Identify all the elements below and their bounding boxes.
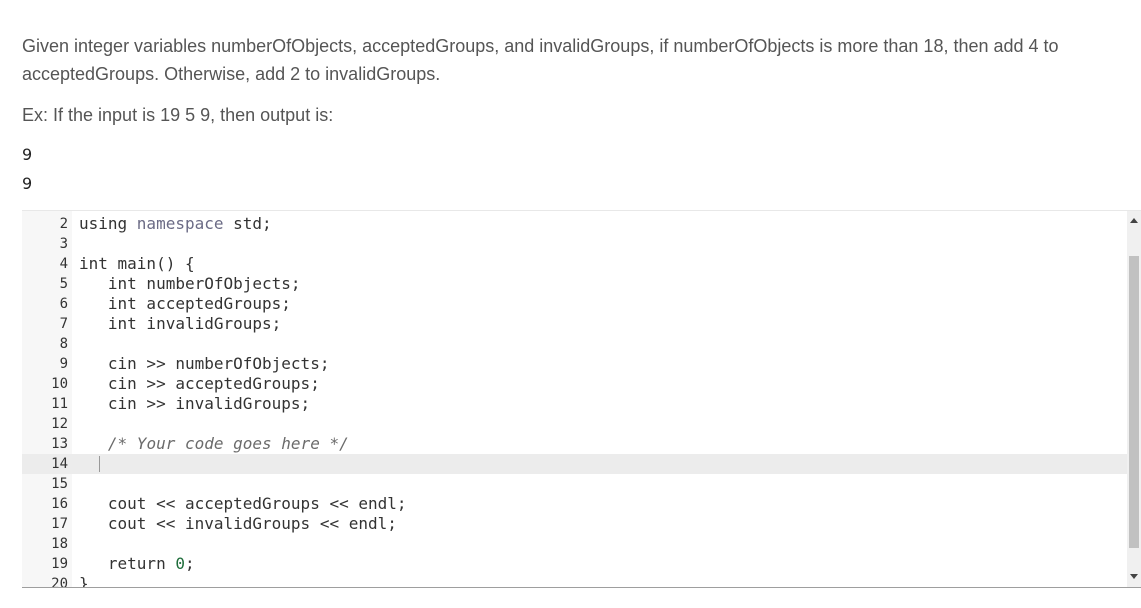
code-token: 0 <box>175 554 185 573</box>
line-code[interactable]: cin >> acceptedGroups; <box>79 374 320 394</box>
code-line[interactable]: 9 cin >> numberOfObjects; <box>22 354 1127 374</box>
line-number: 10 <box>51 376 68 392</box>
scrollbar-thumb[interactable] <box>1129 256 1139 548</box>
code-line[interactable]: 20} <box>22 574 1127 588</box>
code-line[interactable]: 10 cin >> acceptedGroups; <box>22 374 1127 394</box>
line-number: 13 <box>51 436 68 452</box>
line-number: 6 <box>59 296 68 312</box>
line-code[interactable]: using namespace std; <box>79 214 272 234</box>
scroll-down-arrow-icon[interactable] <box>1130 574 1138 579</box>
code-token: ; <box>184 554 195 573</box>
code-line[interactable]: 2 using namespace std; <box>22 214 1127 234</box>
code-line[interactable]: 15 <box>22 474 1127 494</box>
line-code[interactable]: cin >> invalidGroups; <box>79 394 310 414</box>
code-token: std; <box>223 214 272 233</box>
line-code[interactable]: cout << acceptedGroups << endl; <box>79 494 407 514</box>
code-line[interactable]: 19 return 0; <box>22 554 1127 574</box>
text-cursor <box>99 456 100 472</box>
code-token: return <box>79 554 176 573</box>
code-token: cin >> numberOfObjects; <box>79 354 330 373</box>
line-number: 15 <box>51 476 68 492</box>
editor-scrollbar[interactable] <box>1127 211 1141 587</box>
line-number: 3 <box>59 236 68 252</box>
code-token: /* Your code goes here */ <box>107 434 349 453</box>
code-line[interactable]: 13 /* Your code goes here */ <box>22 434 1127 454</box>
line-number: 19 <box>51 556 68 572</box>
code-token: using <box>79 214 137 233</box>
code-token: int main() { <box>79 254 195 273</box>
line-number: 14 <box>51 456 68 472</box>
code-line[interactable]: 3 <box>22 234 1127 254</box>
line-number: 7 <box>59 316 68 332</box>
line-number: 18 <box>51 536 68 552</box>
code-line[interactable]: 7 int invalidGroups; <box>22 314 1127 334</box>
code-token: cout << invalidGroups << endl; <box>79 514 397 533</box>
line-number: 11 <box>51 396 68 412</box>
code-line[interactable]: 11 cin >> invalidGroups; <box>22 394 1127 414</box>
code-token: int acceptedGroups; <box>79 294 291 313</box>
example-output-line-1: 9 <box>22 145 33 164</box>
code-line[interactable]: 6 int acceptedGroups; <box>22 294 1127 314</box>
code-editor[interactable]: 2 using namespace std; 3 4 int main() {5 int… <box>22 210 1141 588</box>
line-number: 8 <box>59 336 68 352</box>
code-line[interactable]: 12 <box>22 414 1127 434</box>
line-number: 9 <box>59 356 68 372</box>
code-token: namespace <box>136 214 224 233</box>
code-line[interactable]: 16 cout << acceptedGroups << endl; <box>22 494 1127 514</box>
code-token: cin >> invalidGroups; <box>79 394 311 413</box>
line-code[interactable]: return 0; <box>79 554 195 574</box>
code-line[interactable]: 5 int numberOfObjects; <box>22 274 1127 294</box>
line-number: 2 <box>59 216 68 232</box>
problem-statement: Given integer variables numberOfObjects,… <box>22 32 1141 88</box>
line-code[interactable]: int acceptedGroups; <box>79 294 291 314</box>
code-line[interactable]: 14 <box>22 454 1127 474</box>
code-line[interactable]: 4 int main() { <box>22 254 1127 274</box>
line-number: 17 <box>51 516 68 532</box>
code-line[interactable]: 8 <box>22 334 1127 354</box>
line-number: 12 <box>51 416 68 432</box>
line-code[interactable]: cin >> numberOfObjects; <box>79 354 330 374</box>
line-code[interactable]: /* Your code goes here */ <box>79 434 349 454</box>
example-text: Ex: If the input is 19 5 9, then output … <box>22 105 334 125</box>
code-line[interactable]: 18 <box>22 534 1127 554</box>
code-token: cin >> acceptedGroups; <box>79 374 320 393</box>
example-output-line-2: 9 <box>22 174 33 193</box>
line-code[interactable]: int invalidGroups; <box>79 314 281 334</box>
code-token: int invalidGroups; <box>79 314 282 333</box>
line-number: 20 <box>51 576 68 588</box>
line-number: 5 <box>59 276 68 292</box>
code-token: int numberOfObjects; <box>79 274 301 293</box>
statement-line-2: acceptedGroups. Otherwise, add 2 to inva… <box>22 64 441 84</box>
line-code[interactable]: } <box>79 574 89 588</box>
statement-line-1: Given integer variables numberOfObjects,… <box>22 36 1059 56</box>
line-code[interactable]: int main() { <box>79 254 195 274</box>
code-line[interactable]: 17 cout << invalidGroups << endl; <box>22 514 1127 534</box>
code-token: cout << acceptedGroups << endl; <box>79 494 407 513</box>
line-code[interactable]: cout << invalidGroups << endl; <box>79 514 397 534</box>
line-code[interactable]: int numberOfObjects; <box>79 274 301 294</box>
scroll-up-arrow-icon[interactable] <box>1130 218 1138 223</box>
line-number: 4 <box>59 256 68 272</box>
code-token: } <box>79 574 89 588</box>
line-number: 16 <box>51 496 68 512</box>
